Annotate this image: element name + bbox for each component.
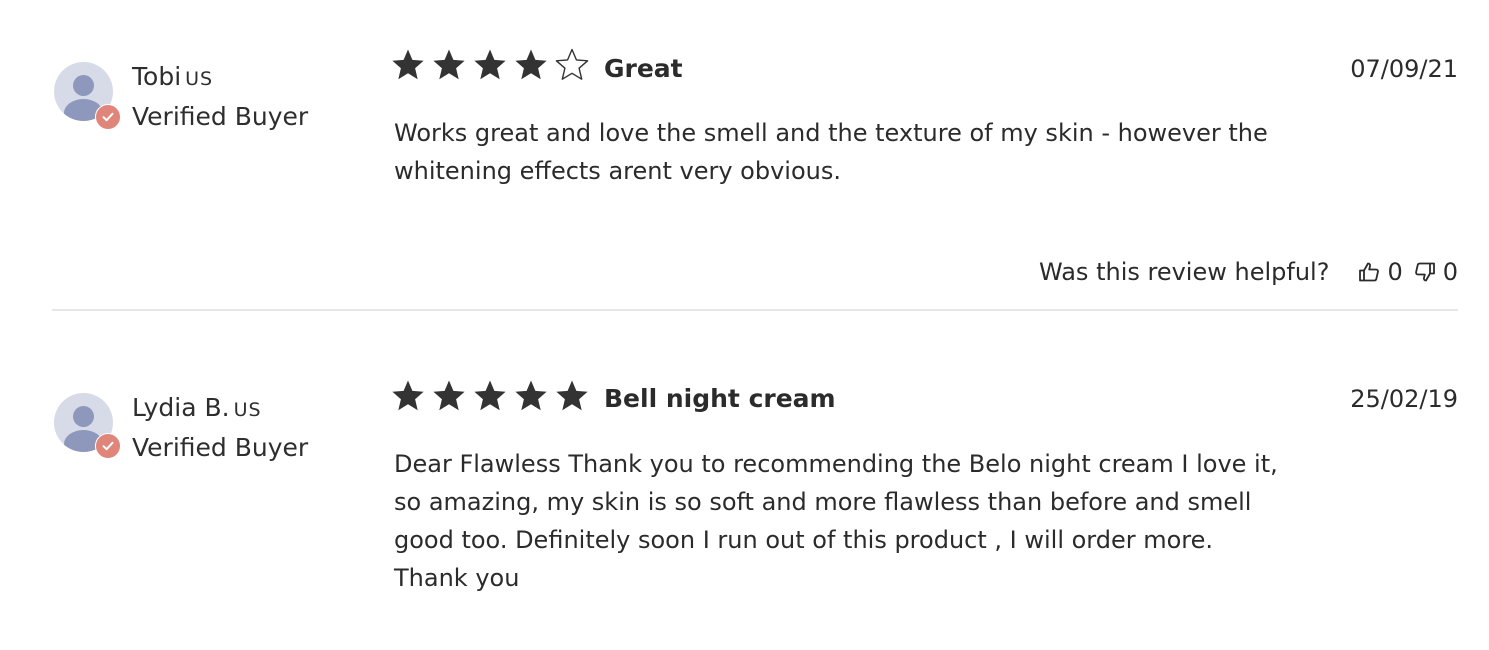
thumbs-down-count: 0 [1442, 258, 1458, 286]
star-filled-icon [474, 49, 506, 80]
star-filled-icon [556, 380, 588, 411]
star-rating [390, 47, 590, 83]
reviewer-info: Tobi US Verified Buyer [132, 58, 308, 136]
verified-buyer-label: Verified Buyer [132, 102, 309, 131]
star-filled-icon [474, 380, 506, 411]
star-filled-icon [515, 380, 547, 411]
review-title: Bell night cream [604, 384, 836, 413]
star-outline-icon [555, 48, 589, 80]
review-body: Works great and love the smell and the t… [394, 119, 1268, 185]
verified-buyer-label: Verified Buyer [132, 433, 309, 462]
review-body: Dear Flawless Thank you to recommending … [394, 450, 1278, 592]
thumbs-up-icon [1359, 262, 1380, 282]
thumbs-down-button[interactable]: 0 [1413, 255, 1458, 289]
reviewer-info: Lydia B. US Verified Buyer [132, 389, 308, 467]
verified-check-icon [95, 104, 121, 130]
reviewer-name: Lydia B. [132, 393, 230, 422]
reviewer-country: US [233, 399, 262, 421]
helpful-question: Was this review helpful? [1039, 258, 1330, 286]
helpful-votes: Was this review helpful? 0 0 [1039, 255, 1458, 289]
star-filled-icon [392, 49, 424, 80]
reviews-list: Tobi US Verified Buyer Great 07/09/21 Wor… [52, 0, 1458, 650]
review-date: 07/09/21 [1350, 55, 1458, 83]
star-filled-icon [515, 49, 547, 80]
star-rating [390, 378, 590, 414]
star-filled-icon [392, 380, 424, 411]
review-item: Lydia B. US Verified Buyer Bell night cre… [52, 311, 1458, 650]
review-date: 25/02/19 [1350, 385, 1458, 413]
reviewer-country: US [185, 68, 214, 90]
thumbs-up-button[interactable]: 0 [1357, 255, 1403, 289]
verified-check-icon [95, 433, 121, 459]
review-title: Great [604, 54, 683, 83]
reviewer-name: Tobi [132, 62, 182, 91]
star-filled-icon [433, 49, 465, 80]
star-filled-icon [433, 380, 465, 411]
review-item: Tobi US Verified Buyer Great 07/09/21 Wor… [52, 0, 1458, 311]
thumbs-up-count: 0 [1387, 258, 1403, 286]
thumbs-down-icon [1414, 262, 1435, 282]
